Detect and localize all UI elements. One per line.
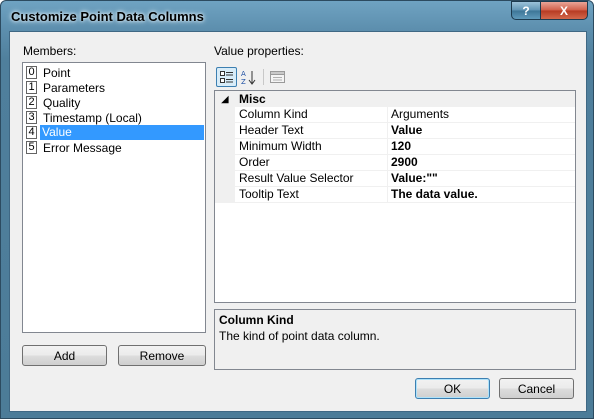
property-row[interactable]: Header Text Value — [215, 123, 575, 139]
list-item[interactable]: 1 Parameters — [24, 80, 204, 95]
property-value[interactable]: 120 — [388, 139, 575, 155]
property-pages-button[interactable] — [267, 67, 288, 87]
description-text: The kind of point data column. — [219, 329, 380, 343]
categorized-button[interactable] — [216, 67, 237, 87]
category-label: Misc — [239, 92, 266, 106]
svg-text:A: A — [241, 70, 246, 78]
member-index: 5 — [26, 141, 37, 154]
property-row[interactable]: Order 2900 — [215, 155, 575, 171]
property-row[interactable]: Column Kind Arguments — [215, 107, 575, 123]
collapse-icon[interactable]: ◢ — [215, 94, 235, 105]
member-name: Timestamp (Local) — [43, 110, 142, 125]
property-name: Result Value Selector — [235, 171, 388, 187]
property-name: Tooltip Text — [235, 187, 388, 203]
member-name: Error Message — [43, 140, 122, 155]
property-value[interactable]: Value:"" — [388, 171, 575, 187]
property-name: Header Text — [235, 123, 388, 139]
close-button[interactable]: X — [540, 1, 588, 20]
member-index: 1 — [26, 81, 37, 94]
remove-button[interactable]: Remove — [118, 345, 206, 366]
member-index: 4 — [26, 126, 37, 139]
members-list[interactable]: 0 Point 1 Parameters 2 Quality 3 Timesta… — [22, 62, 206, 333]
description-panel: Column Kind The kind of point data colum… — [214, 309, 576, 370]
alphabetical-button[interactable]: A Z — [238, 67, 259, 87]
member-name: Value — [40, 125, 204, 140]
close-icon: X — [559, 3, 568, 18]
list-item-selected[interactable]: 4 Value — [24, 125, 204, 140]
dialog-client: Members: 0 Point 1 Parameters 2 Quality … — [9, 31, 587, 412]
help-button[interactable]: ? — [511, 1, 541, 20]
property-name: Column Kind — [235, 107, 388, 123]
property-row[interactable]: Minimum Width 120 — [215, 139, 575, 155]
list-item[interactable]: 3 Timestamp (Local) — [24, 110, 204, 125]
property-name: Minimum Width — [235, 139, 388, 155]
member-name: Parameters — [43, 80, 106, 95]
property-name: Order — [235, 155, 388, 171]
category-misc[interactable]: ◢ Misc — [215, 91, 575, 107]
cancel-button[interactable]: Cancel — [499, 378, 574, 399]
toolbar-separator — [263, 69, 264, 85]
member-name: Quality — [43, 95, 81, 110]
property-value[interactable]: Arguments — [388, 107, 575, 123]
property-row[interactable]: Result Value Selector Value:"" — [215, 171, 575, 187]
add-button[interactable]: Add — [22, 345, 107, 366]
categorized-icon — [219, 70, 233, 83]
alphabetical-icon: A Z — [241, 70, 255, 85]
list-item[interactable]: 2 Quality — [24, 95, 204, 110]
properties-label: Value properties: — [214, 44, 304, 58]
property-grid[interactable]: ◢ Misc Column Kind Arguments Header Text… — [214, 90, 576, 303]
property-value[interactable]: The data value. — [388, 187, 575, 203]
member-index: 3 — [26, 111, 37, 124]
list-item[interactable]: 0 Point — [24, 65, 204, 80]
property-value[interactable]: 2900 — [388, 155, 575, 171]
member-index: 0 — [26, 66, 37, 79]
property-pages-icon — [270, 71, 285, 83]
members-label: Members: — [23, 44, 77, 58]
description-title: Column Kind — [219, 313, 294, 327]
help-icon: ? — [522, 3, 530, 18]
property-value[interactable]: Value — [388, 123, 575, 139]
svg-text:Z: Z — [241, 78, 246, 85]
member-name: Point — [43, 65, 71, 80]
member-index: 2 — [26, 96, 37, 109]
window-title: Customize Point Data Columns — [11, 9, 204, 24]
window-frame: Customize Point Data Columns ? X Members… — [0, 0, 594, 419]
list-item[interactable]: 5 Error Message — [24, 140, 204, 155]
property-row[interactable]: Tooltip Text The data value. — [215, 187, 575, 203]
ok-button[interactable]: OK — [415, 378, 490, 399]
property-toolbar: A Z — [214, 66, 576, 88]
